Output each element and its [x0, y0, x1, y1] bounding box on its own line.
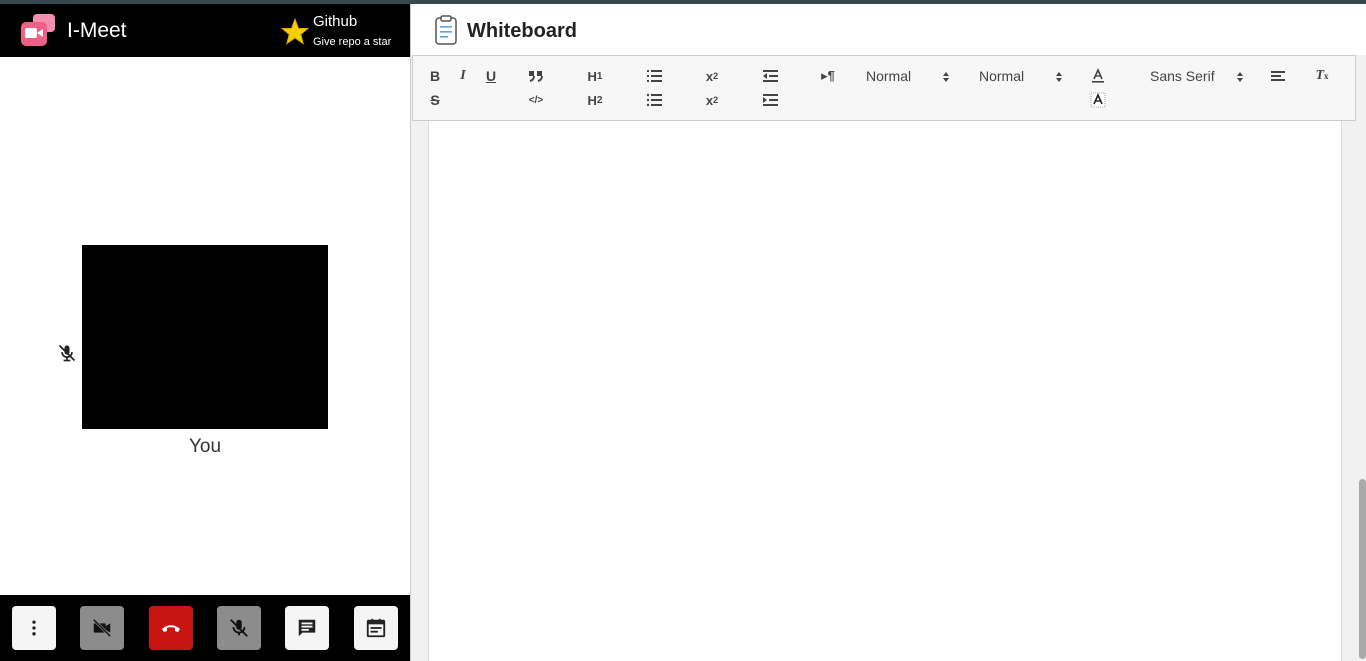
- header-picker-value: Normal: [866, 68, 912, 84]
- mic-toggle-button[interactable]: [217, 606, 261, 650]
- local-video: [82, 245, 328, 429]
- whiteboard-title: Whiteboard: [467, 20, 577, 42]
- scrollbar-thumb[interactable]: [1359, 479, 1366, 659]
- chat-button[interactable]: [285, 606, 329, 650]
- camera-toggle-button[interactable]: [80, 606, 124, 650]
- picker-arrows-icon: [1237, 72, 1243, 82]
- subscript-button[interactable]: x2: [700, 66, 724, 86]
- ordered-list-icon: [647, 70, 662, 82]
- more-options-button[interactable]: [12, 606, 56, 650]
- end-call-button[interactable]: [149, 606, 193, 650]
- outdent-icon: [763, 70, 778, 82]
- call-end-icon: [162, 625, 180, 632]
- app-title: I-Meet: [67, 19, 127, 42]
- header-1-button[interactable]: H1: [583, 66, 607, 86]
- font-picker-value: Sans Serif: [1150, 68, 1215, 84]
- clipboard-icon: [435, 15, 457, 45]
- video-panel: I-Meet Github Give repo a star You: [0, 4, 410, 661]
- text-color-button[interactable]: [1086, 66, 1110, 86]
- header-2-button[interactable]: H2: [583, 90, 607, 110]
- clear-format-button[interactable]: Tx: [1310, 66, 1334, 86]
- app-header: I-Meet Github Give repo a star: [0, 4, 410, 57]
- highlight-icon: [1090, 92, 1106, 108]
- meet-logo-icon: [21, 14, 55, 46]
- indent-icon: [763, 94, 778, 106]
- code-block-button[interactable]: </>: [524, 90, 548, 110]
- underline-button[interactable]: U: [479, 66, 503, 86]
- indent-button[interactable]: [758, 90, 782, 110]
- whiteboard-editor[interactable]: [428, 121, 1342, 661]
- editor-toolbar: B I U H1 x2 ▸¶ Normal Normal Sans Serif …: [412, 55, 1356, 121]
- mic-off-icon: [230, 619, 248, 637]
- event-note-icon: [366, 618, 386, 638]
- videocam-off-icon: [92, 618, 112, 638]
- italic-button[interactable]: I: [451, 66, 475, 86]
- font-color-icon: [1092, 68, 1104, 83]
- blockquote-button[interactable]: [524, 66, 548, 86]
- font-picker[interactable]: Sans Serif: [1150, 68, 1244, 88]
- bullet-list-icon: [646, 93, 662, 107]
- chat-icon: [298, 619, 316, 637]
- strike-button[interactable]: S: [423, 90, 447, 110]
- scrollbar[interactable]: [1356, 55, 1366, 661]
- whiteboard-header: Whiteboard: [411, 4, 1366, 55]
- more-vert-icon: [32, 620, 36, 636]
- size-picker[interactable]: Normal: [979, 68, 1063, 88]
- github-title: Github: [313, 13, 358, 30]
- call-control-bar: [0, 595, 410, 661]
- quote-icon: [529, 71, 543, 82]
- ordered-list-button[interactable]: [642, 66, 666, 86]
- text-direction-button[interactable]: ▸¶: [816, 66, 840, 86]
- bullet-list-button[interactable]: [642, 90, 666, 110]
- star-icon: [281, 18, 309, 45]
- superscript-button[interactable]: x2: [700, 90, 724, 110]
- outdent-button[interactable]: [758, 66, 782, 86]
- notes-button[interactable]: [354, 606, 398, 650]
- github-subtitle: Give repo a star: [313, 36, 392, 48]
- align-button[interactable]: [1266, 66, 1290, 86]
- github-link[interactable]: Github Give repo a star: [281, 12, 403, 52]
- bold-button[interactable]: B: [423, 66, 447, 86]
- size-picker-value: Normal: [979, 68, 1025, 84]
- mic-muted-icon: [58, 344, 76, 362]
- picker-arrows-icon: [943, 72, 949, 82]
- background-color-button[interactable]: [1086, 90, 1110, 110]
- whiteboard-panel: Whiteboard B I U H1 x2 ▸¶ Normal Normal …: [410, 4, 1366, 661]
- header-picker[interactable]: Normal: [866, 68, 950, 88]
- align-left-icon: [1271, 71, 1285, 81]
- participant-name: You: [188, 436, 222, 457]
- picker-arrows-icon: [1056, 72, 1062, 82]
